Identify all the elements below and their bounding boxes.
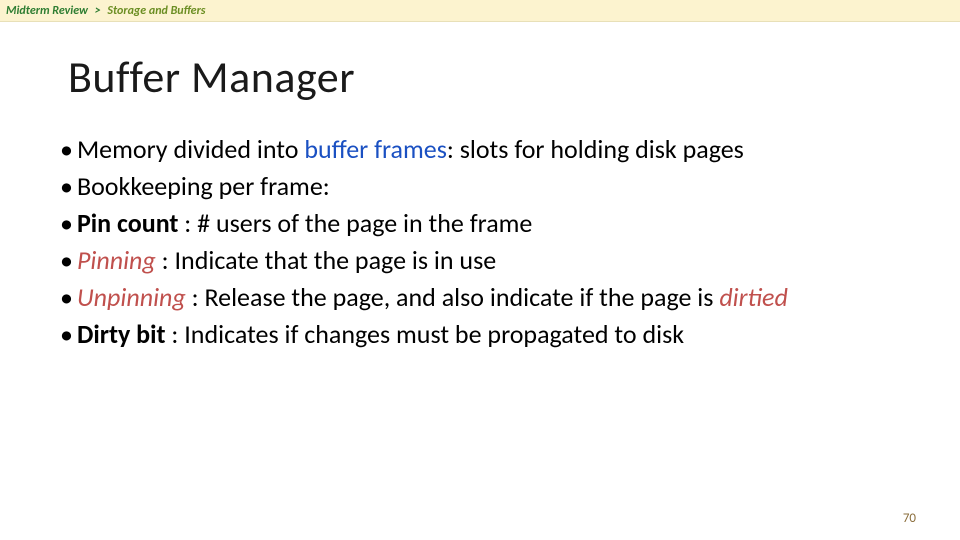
bullet-glyph: • bbox=[60, 281, 77, 313]
keyword-buffer-frames: buffer frames bbox=[304, 133, 447, 165]
bullet-glyph: • bbox=[60, 207, 77, 239]
term-pinning: Pinning bbox=[77, 244, 156, 276]
page-title: Buffer Manager bbox=[68, 50, 960, 104]
text: Bookkeeping per frame: bbox=[77, 170, 330, 202]
breadcrumb: Midterm Review > Storage and Buffers bbox=[0, 0, 960, 22]
term-unpinning: Unpinning bbox=[77, 281, 186, 313]
bullet-level2: •Unpinning : Release the page, and also … bbox=[60, 280, 900, 315]
text: : slots for holding disk pages bbox=[447, 133, 744, 165]
term-dirtied: dirtied bbox=[719, 281, 788, 313]
text: : Indicate that the page is in use bbox=[156, 244, 496, 276]
text: : Indicates if changes must be propagate… bbox=[166, 318, 685, 350]
bullet-level0: •Memory divided into buffer frames: slot… bbox=[60, 132, 900, 167]
page-number: 70 bbox=[903, 511, 916, 526]
bullet-level2: •Pinning : Indicate that the page is in … bbox=[60, 243, 900, 278]
text: : Release the page, and also indicate if… bbox=[186, 281, 720, 313]
bullet-glyph: • bbox=[60, 170, 77, 202]
term-dirty-bit: Dirty bit bbox=[77, 318, 166, 350]
bullet-glyph: • bbox=[60, 318, 77, 350]
bullet-level1: •Dirty bit : Indicates if changes must b… bbox=[60, 317, 900, 352]
slide-body: •Memory divided into buffer frames: slot… bbox=[60, 132, 900, 353]
text: : # users of the page in the frame bbox=[178, 207, 532, 239]
bullet-level1: •Pin count : # users of the page in the … bbox=[60, 206, 900, 241]
term-pin-count: Pin count bbox=[77, 207, 178, 239]
bullet-glyph: • bbox=[60, 244, 77, 276]
bullet-glyph: • bbox=[60, 133, 77, 165]
breadcrumb-root: Midterm Review bbox=[6, 4, 88, 18]
text: Memory divided into bbox=[77, 133, 304, 165]
bullet-level0: •Bookkeeping per frame: bbox=[60, 169, 900, 204]
breadcrumb-leaf: Storage and Buffers bbox=[107, 4, 205, 18]
breadcrumb-separator: > bbox=[91, 4, 105, 18]
